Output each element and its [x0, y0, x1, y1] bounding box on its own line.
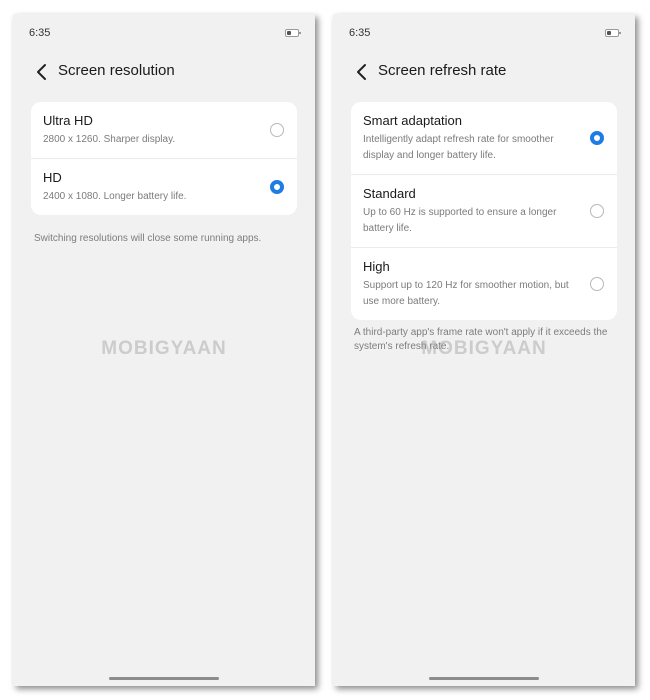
radio-button[interactable]: [590, 204, 604, 218]
status-bar: 6:35: [333, 14, 635, 54]
option-title: Standard: [363, 186, 416, 201]
radio-button[interactable]: [590, 277, 604, 291]
option-description: 2800 x 1260. Sharper display.: [43, 134, 176, 145]
radio-button-selected[interactable]: [270, 180, 284, 194]
option-title: High: [363, 259, 390, 274]
option-smart-adaptation[interactable]: Smart adaptation Intelligently adapt ref…: [351, 102, 617, 174]
option-high[interactable]: High Support up to 120 Hz for smoother m…: [351, 247, 617, 320]
status-time: 6:35: [29, 27, 51, 39]
battery-icon: [285, 29, 301, 37]
screen-resolution-screen: 6:35 Screen resolution Ultra HD 2800 x 1…: [13, 14, 315, 686]
option-description: Intelligently adapt refresh rate for smo…: [363, 134, 554, 161]
option-standard[interactable]: Standard Up to 60 Hz is supported to ens…: [351, 174, 617, 247]
resolution-options-card: Ultra HD 2800 x 1260. Sharper display. H…: [31, 102, 297, 215]
option-title: HD: [43, 170, 62, 185]
screen-refresh-rate-screen: 6:35 Screen refresh rate Smart adaptatio…: [333, 14, 635, 686]
battery-icon: [605, 29, 621, 37]
home-indicator: [429, 677, 539, 680]
option-hd[interactable]: HD 2400 x 1080. Longer battery life.: [31, 158, 297, 215]
option-description: 2400 x 1080. Longer battery life.: [43, 191, 187, 202]
watermark: MOBIGYAAN: [421, 338, 547, 359]
back-arrow-icon[interactable]: [353, 60, 373, 84]
status-time: 6:35: [349, 27, 371, 39]
option-title: Ultra HD: [43, 113, 93, 128]
back-arrow-icon[interactable]: [33, 60, 53, 84]
watermark: MOBIGYAAN: [101, 338, 227, 359]
option-description: Support up to 120 Hz for smoother motion…: [363, 280, 569, 307]
home-indicator: [109, 677, 219, 680]
option-description: Up to 60 Hz is supported to ensure a lon…: [363, 207, 557, 234]
header: Screen refresh rate: [333, 58, 635, 88]
header: Screen resolution: [13, 58, 315, 88]
option-ultra-hd[interactable]: Ultra HD 2800 x 1260. Sharper display.: [31, 102, 297, 158]
option-title: Smart adaptation: [363, 113, 463, 128]
radio-button-selected[interactable]: [590, 131, 604, 145]
radio-button[interactable]: [270, 123, 284, 137]
page-title: Screen refresh rate: [378, 62, 507, 79]
footer-note: Switching resolutions will close some ru…: [34, 233, 262, 244]
page-title: Screen resolution: [58, 62, 175, 79]
status-bar: 6:35: [13, 14, 315, 54]
refresh-rate-options-card: Smart adaptation Intelligently adapt ref…: [351, 102, 617, 320]
